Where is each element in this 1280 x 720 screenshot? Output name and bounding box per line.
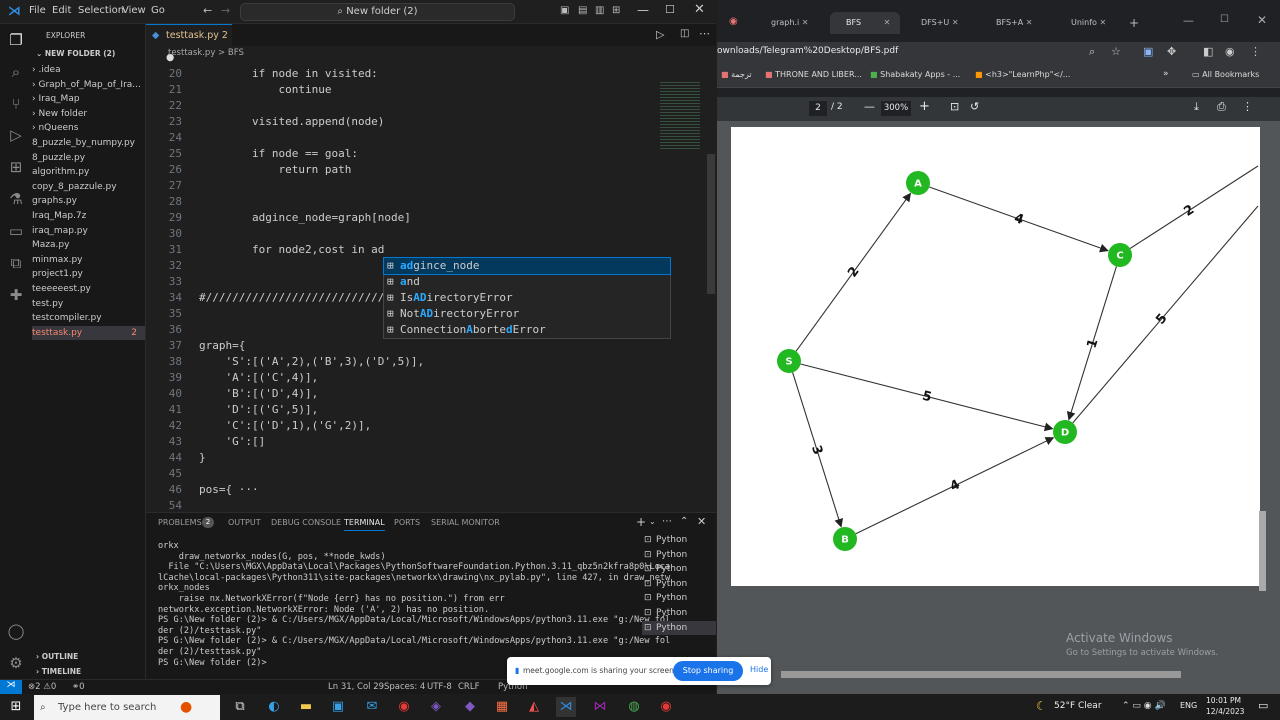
visual-studio-icon[interactable]: ⋈ xyxy=(590,697,610,717)
windows-taskbar: ⊞ ⌕ Type here to search ● ⧉ ◐ ▬ ▣ ✉ ◉ ◈ … xyxy=(0,694,1280,720)
edge-weight-label: 3 xyxy=(808,444,825,457)
language-indicator[interactable]: ENG xyxy=(1180,701,1197,710)
graph-node-label: C xyxy=(1116,251,1123,262)
app-icon[interactable]: ◉ xyxy=(656,697,676,717)
edge-weight-label: 4 xyxy=(1012,211,1026,228)
tray-icons[interactable]: ⌃ ▭ ◉ 🔊 xyxy=(1122,701,1166,711)
meet-sharing-banner: ▮ meet.google.com is sharing your screen… xyxy=(507,657,771,685)
search-icon: ⌕ xyxy=(40,702,46,713)
app-icon[interactable]: ◭ xyxy=(524,697,544,717)
weather-icon: ☾ xyxy=(1036,699,1047,713)
edge-C-G xyxy=(1129,165,1259,249)
graph-node-label: A xyxy=(914,179,922,190)
sharing-text: meet.google.com is sharing your screen. xyxy=(523,666,677,675)
file-explorer-icon[interactable]: ▬ xyxy=(296,697,316,717)
edge-weight-label: 4 xyxy=(948,477,963,494)
hide-button[interactable]: Hide xyxy=(750,665,768,674)
bfs-graph: 25341425ACSDB xyxy=(777,165,1259,551)
graph-node-label: S xyxy=(785,357,792,368)
clock-date[interactable]: 12/4/2023 xyxy=(1206,707,1244,716)
stop-sharing-button[interactable]: Stop sharing xyxy=(673,661,743,681)
edge-D-G xyxy=(1072,205,1259,424)
edge-weight-label: 5 xyxy=(921,389,933,406)
search-highlight-icon: ● xyxy=(180,699,193,715)
taskbar-search-placeholder: Type here to search xyxy=(58,702,157,713)
graph-node-label: D xyxy=(1061,428,1069,439)
task-view-icon[interactable]: ⧉ xyxy=(230,697,250,717)
sharing-icon: ▮ xyxy=(515,666,520,675)
graph-node-label: B xyxy=(841,535,849,546)
clock-time[interactable]: 10:01 PM xyxy=(1206,696,1241,705)
edge-weight-label: 2 xyxy=(845,264,862,280)
chrome-icon[interactable]: ◍ xyxy=(624,697,644,717)
taskbar-search[interactable]: ⌕ Type here to search ● xyxy=(34,695,220,720)
windows-start-icon[interactable]: ⊞ xyxy=(6,697,26,717)
vscode-taskbar-icon[interactable]: ⋊ xyxy=(556,697,576,717)
mail-icon[interactable]: ✉ xyxy=(362,697,382,717)
notifications-icon[interactable]: ▭ xyxy=(1258,699,1268,712)
store-icon[interactable]: ▣ xyxy=(328,697,348,717)
edge-icon[interactable]: ◐ xyxy=(264,697,284,717)
app-icon[interactable]: ◆ xyxy=(460,697,480,717)
app-icon[interactable]: ◉ xyxy=(394,697,414,717)
edge-weight-label: 1 xyxy=(1084,337,1101,350)
edge-weight-label: 2 xyxy=(1181,202,1197,220)
app-icon[interactable]: ◈ xyxy=(426,697,446,717)
app-icon[interactable]: ▦ xyxy=(492,697,512,717)
weather-text[interactable]: 52°F Clear xyxy=(1054,701,1102,711)
